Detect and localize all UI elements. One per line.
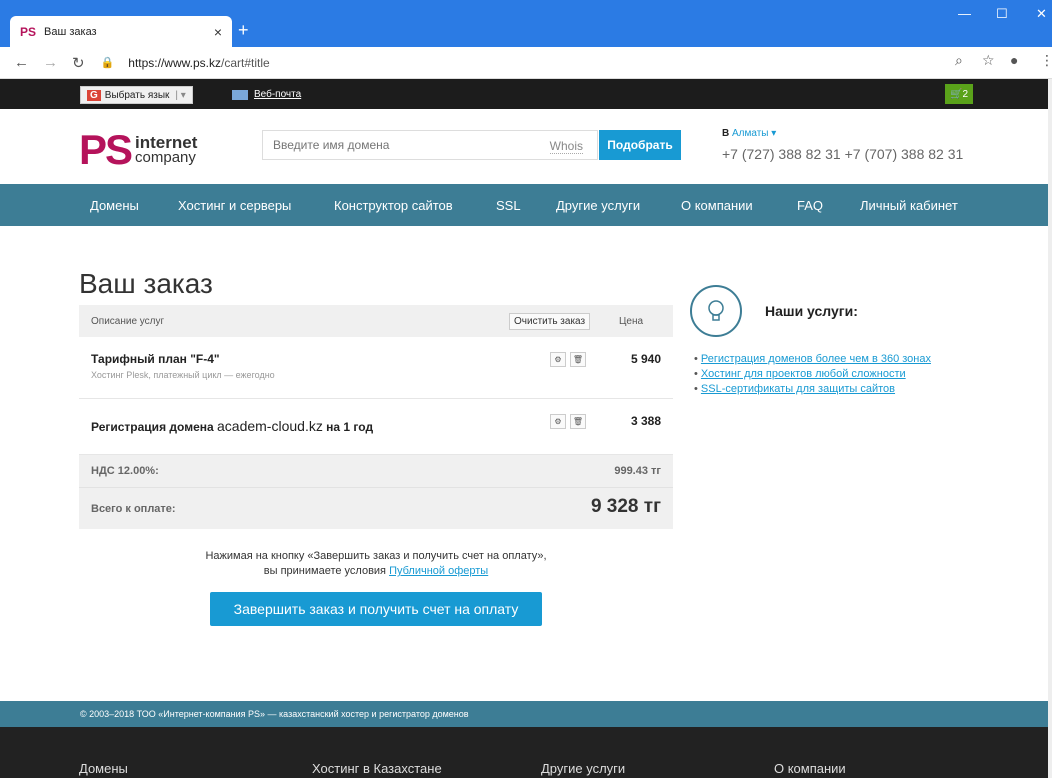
- domain-search-box: Whois: [262, 130, 598, 160]
- minimize-icon[interactable]: —: [958, 6, 971, 21]
- order-table: Описание услуг Очистить заказ Цена Тариф…: [79, 305, 673, 529]
- copyright-bar: © 2003–2018 ТОО «Интернет-компания PS» —…: [0, 701, 1048, 727]
- total-value: 9 328 тг: [590, 496, 661, 517]
- trash-icon[interactable]: 🗑: [570, 352, 586, 367]
- page-title: Ваш заказ: [79, 268, 213, 299]
- service-link-ssl[interactable]: SSL-сертификаты для защиты сайтов: [701, 383, 895, 395]
- star-icon[interactable]: ☆: [982, 52, 995, 69]
- reload-icon[interactable]: ↻: [72, 54, 85, 72]
- list-item: SSL-сертификаты для защиты сайтов: [694, 382, 931, 397]
- logo-line2: company: [135, 149, 196, 166]
- logo-line1: internet: [135, 133, 198, 152]
- phone-numbers: +7 (727) 388 82 31 +7 (707) 388 82 31: [722, 146, 964, 162]
- menu-item-builder[interactable]: Конструктор сайтов: [334, 198, 453, 213]
- item-title-post: на 1 год: [322, 420, 374, 434]
- city-name: Алматы ▾: [732, 128, 777, 139]
- col-description: Описание услуг: [91, 316, 165, 327]
- mail-icon: [232, 89, 248, 100]
- footer-col-about[interactable]: О компании: [774, 761, 846, 776]
- trash-icon[interactable]: 🗑: [570, 414, 586, 429]
- vat-value: 999.43 тг: [614, 465, 661, 477]
- order-row: Тарифный план "F-4" Хостинг Plesk, плате…: [79, 337, 673, 399]
- terms-line2: вы принимаете условия: [263, 565, 390, 577]
- service-link-domains[interactable]: Регистрация доменов более чем в 360 зона…: [701, 353, 931, 365]
- browser-tab[interactable]: PS Ваш заказ ×: [10, 16, 232, 47]
- list-item: Хостинг для проектов любой сложности: [694, 367, 931, 382]
- offer-link[interactable]: Публичной оферты: [389, 565, 488, 577]
- total-label: Всего к оплате:: [91, 503, 176, 515]
- settings-icon[interactable]: ⚙: [550, 414, 566, 429]
- menu-item-other[interactable]: Другие услуги: [556, 198, 640, 213]
- item-title: Регистрация домена academ-cloud.kz на 1 …: [91, 418, 373, 434]
- zoom-icon[interactable]: ⌕: [955, 52, 963, 69]
- maximize-icon[interactable]: ☐: [996, 6, 1008, 22]
- footer: [0, 727, 1048, 778]
- account-icon[interactable]: ●: [1010, 52, 1018, 68]
- pick-domain-button[interactable]: Подобрать: [599, 130, 681, 160]
- url-field[interactable]: https://www.ps.kz/cart#title: [128, 56, 269, 70]
- footer-col-hosting[interactable]: Хостинг в Казахстане: [312, 761, 442, 776]
- total-row: Всего к оплате: 9 328 тг: [79, 487, 673, 529]
- menu-item-ssl[interactable]: SSL: [496, 198, 521, 213]
- forward-icon[interactable]: →: [43, 54, 58, 71]
- col-price: Цена: [619, 316, 644, 327]
- language-label: Выбрать язык: [104, 89, 170, 101]
- menu-item-faq[interactable]: FAQ: [797, 198, 823, 213]
- favicon-icon: PS: [20, 24, 37, 39]
- tab-close-icon[interactable]: ×: [214, 24, 222, 40]
- services-list: Регистрация доменов более чем в 360 зона…: [694, 352, 931, 397]
- window-close-icon[interactable]: ✕: [1036, 6, 1047, 22]
- url-path: /cart#title: [220, 55, 270, 70]
- settings-icon[interactable]: ⚙: [550, 352, 566, 367]
- address-bar: ← → ↻ 🔒 https://www.ps.kz/cart#title: [0, 47, 1052, 79]
- whois-link[interactable]: Whois: [549, 139, 583, 154]
- menu-item-about[interactable]: О компании: [681, 198, 753, 213]
- terms-note: Нажимая на кнопку «Завершить заказ и пол…: [79, 549, 673, 579]
- menu-item-domains[interactable]: Домены: [90, 198, 139, 213]
- service-link-hosting[interactable]: Хостинг для проектов любой сложности: [701, 368, 906, 380]
- vat-label: НДС 12.00%:: [91, 465, 159, 477]
- domain-search-input[interactable]: [273, 138, 533, 152]
- menu-icon[interactable]: ⋮: [1040, 52, 1052, 69]
- list-item: Регистрация доменов более чем в 360 зона…: [694, 352, 931, 367]
- order-header: Описание услуг Очистить заказ Цена: [79, 305, 673, 337]
- cart-icon: 🛒: [949, 88, 963, 100]
- webmail-link[interactable]: Веб-почта: [232, 89, 301, 100]
- new-tab-button[interactable]: +: [238, 20, 249, 41]
- chevron-down-icon: | ▾: [175, 89, 186, 101]
- finish-order-button[interactable]: Завершить заказ и получить счет на оплат…: [210, 592, 542, 626]
- item-price: 5 940: [630, 352, 661, 366]
- item-price: 3 388: [630, 414, 661, 428]
- footer-col-other[interactable]: Другие услуги: [541, 761, 625, 776]
- cart-count: 2: [962, 88, 968, 100]
- order-row: Регистрация домена academ-cloud.kz на 1 …: [79, 399, 673, 455]
- city-selector[interactable]: В Алматы ▾: [722, 128, 776, 139]
- lock-icon: 🔒: [100, 57, 115, 69]
- item-title-pre: Регистрация домена: [91, 420, 217, 434]
- terms-line1: Нажимая на кнопку «Завершить заказ и пол…: [205, 550, 547, 562]
- webmail-label: Веб-почта: [254, 89, 302, 100]
- menu-item-hosting[interactable]: Хостинг и серверы: [178, 198, 291, 213]
- item-subtitle: Хостинг Plesk, платежный цикл — ежегодно: [91, 370, 275, 380]
- language-select[interactable]: G Выбрать язык | ▾: [80, 86, 193, 104]
- google-icon: G: [87, 89, 101, 101]
- vat-row: НДС 12.00%: 999.43 тг: [79, 455, 673, 487]
- site-logo[interactable]: PS internet company: [79, 129, 197, 171]
- lightbulb-icon: [690, 285, 742, 337]
- cart-button[interactable]: 🛒 2: [945, 84, 973, 104]
- clear-order-button[interactable]: Очистить заказ: [509, 313, 591, 330]
- city-prefix: В: [722, 128, 732, 139]
- menu-item-cabinet[interactable]: Личный кабинет: [860, 198, 958, 213]
- logo-ps: PS: [79, 126, 133, 173]
- scrollbar[interactable]: [1048, 79, 1052, 778]
- item-title: Тарифный план "F-4": [91, 352, 220, 366]
- url-host: https://www.ps.kz: [128, 55, 221, 70]
- item-domain: academ-cloud.kz: [217, 418, 323, 434]
- services-title: Наши услуги:: [765, 303, 858, 319]
- footer-col-domains[interactable]: Домены: [79, 761, 128, 776]
- back-icon[interactable]: ←: [14, 54, 29, 71]
- tab-title: Ваш заказ: [44, 25, 97, 38]
